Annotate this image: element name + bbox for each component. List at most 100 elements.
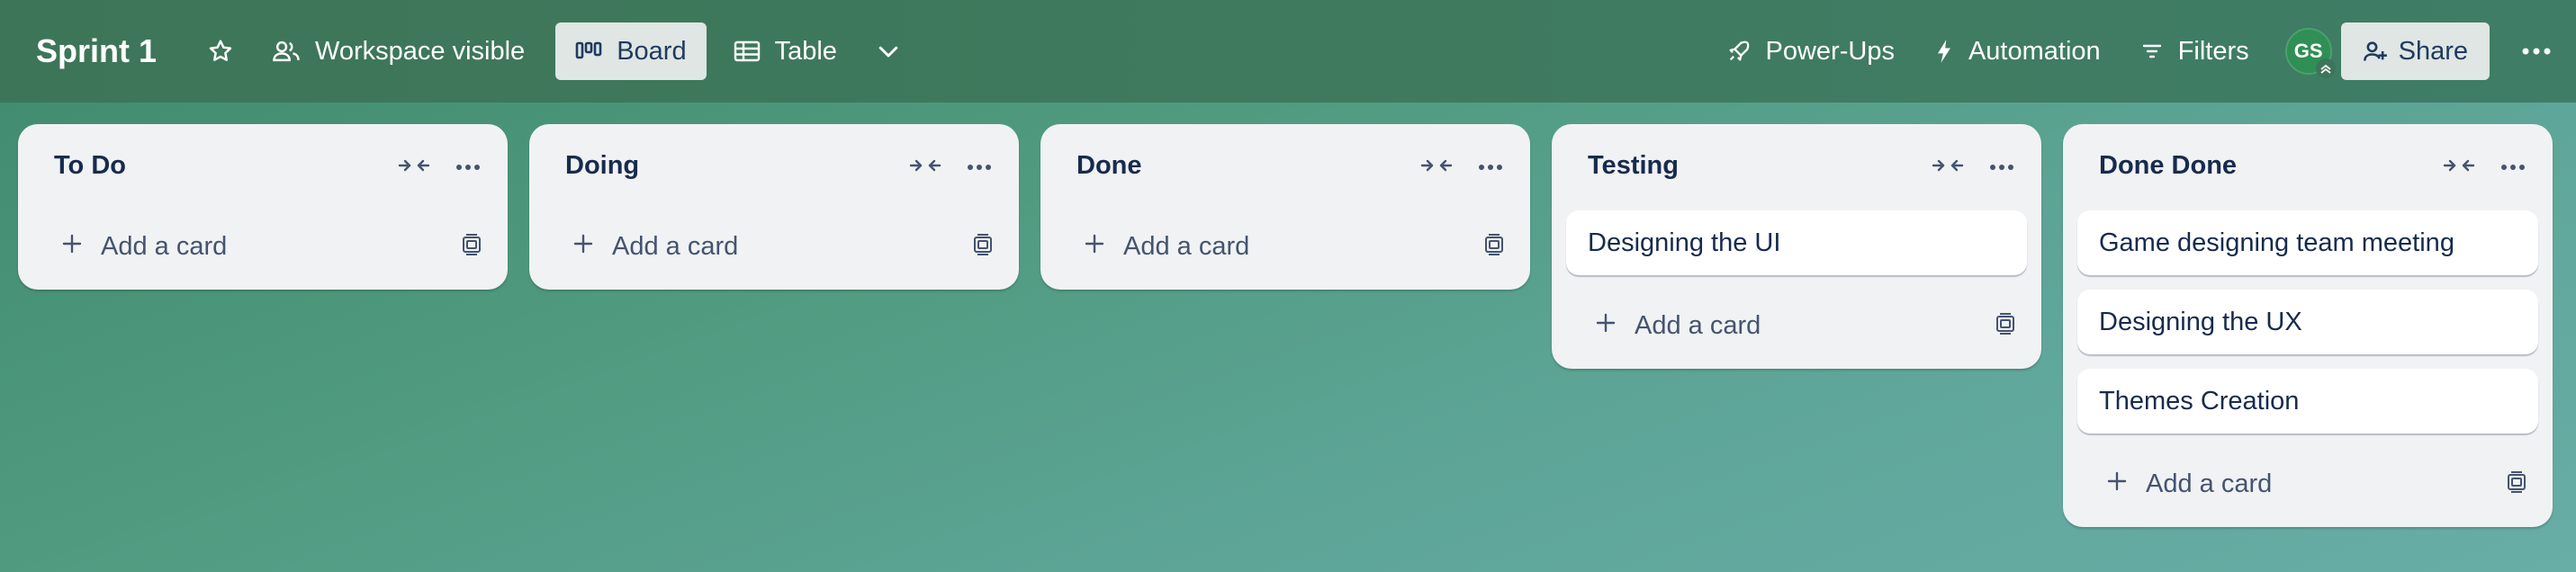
list-3[interactable]: Testing Designing the UI Add a card (1552, 124, 2041, 369)
list-title[interactable]: To Do (54, 151, 126, 181)
tab-table-label: Table (774, 36, 837, 66)
list-footer: Add a card (1040, 210, 1530, 290)
create-from-template-button[interactable] (1989, 309, 2022, 342)
list-2[interactable]: Done Add a card (1040, 124, 1530, 290)
plus-icon (2106, 469, 2146, 499)
plus-icon (61, 232, 101, 262)
list-title[interactable]: Done Done (2099, 151, 2237, 181)
views-dropdown-button[interactable] (857, 22, 920, 80)
template-icon (970, 232, 995, 262)
more-icon (1989, 159, 2014, 175)
create-from-template-button[interactable] (455, 230, 488, 263)
rocket-icon (1729, 40, 1749, 61)
list-title[interactable]: Doing (565, 151, 639, 181)
add-card-label: Add a card (2146, 469, 2273, 498)
more-icon (2500, 159, 2526, 175)
list-footer: Add a card (529, 210, 1019, 290)
list-title[interactable]: Testing (1588, 151, 1679, 181)
filter-icon (2142, 44, 2161, 58)
add-card-button[interactable]: Add a card (1566, 297, 1779, 354)
card[interactable]: Themes Creation (2077, 369, 2538, 433)
star-button[interactable] (189, 22, 252, 80)
list-actions-button[interactable] (1982, 153, 2022, 182)
more-icon (2522, 48, 2551, 55)
automation-button[interactable]: Automation (1914, 22, 2121, 80)
template-icon (2504, 469, 2529, 499)
header-right: Power-Ups Automation Filters GS Share (1707, 0, 2576, 103)
list-footer: Add a card (2063, 448, 2553, 527)
list-actions-button[interactable] (2493, 153, 2533, 182)
star-icon (209, 40, 232, 61)
card[interactable]: Designing the UX (2077, 290, 2538, 354)
tab-board[interactable]: Board (555, 22, 707, 80)
plus-icon (1595, 311, 1635, 341)
tab-board-label: Board (617, 36, 687, 66)
add-card-button[interactable]: Add a card (2077, 455, 2290, 513)
list-1[interactable]: Doing Add a card (529, 124, 1019, 290)
add-card-label: Add a card (612, 231, 739, 261)
board-title[interactable]: Sprint 1 (36, 32, 157, 70)
list-4[interactable]: Done Done Game designing team meeting Des… (2063, 124, 2553, 527)
filters-label: Filters (2177, 36, 2249, 66)
add-card-label: Add a card (1635, 310, 1761, 340)
add-card-label: Add a card (1123, 231, 1250, 261)
automation-label: Automation (1968, 36, 2101, 66)
list-header: To Do (18, 124, 508, 210)
add-card-button[interactable]: Add a card (544, 218, 756, 275)
card[interactable]: Game designing team meeting (2077, 210, 2538, 275)
powerups-button[interactable]: Power-Ups (1707, 22, 1914, 80)
more-icon (967, 159, 992, 175)
collapse-list-button[interactable] (1419, 153, 1455, 182)
add-card-button[interactable]: Add a card (32, 218, 245, 275)
more-icon (455, 159, 481, 175)
board-menu-button[interactable] (2511, 22, 2562, 80)
lightning-icon (1937, 40, 1950, 63)
collapse-icon (2443, 156, 2475, 179)
avatar[interactable]: GS (2284, 28, 2336, 78)
list-footer: Add a card (18, 210, 508, 290)
template-icon (459, 232, 484, 262)
list-title[interactable]: Done (1076, 151, 1142, 181)
template-icon (1482, 232, 1507, 262)
people-icon (273, 40, 300, 62)
create-from-template-button[interactable] (1478, 230, 1510, 263)
list-footer: Add a card (1552, 290, 2041, 369)
board-header: Sprint 1 Workspace visible Board Table P… (0, 0, 2576, 103)
collapse-list-button[interactable] (396, 153, 432, 182)
plus-icon (1084, 232, 1123, 262)
avatar-initials: GS (2293, 40, 2323, 62)
collapse-icon (398, 156, 430, 179)
list-actions-button[interactable] (959, 153, 999, 182)
header-left: Sprint 1 Workspace visible Board Table (36, 0, 920, 103)
list-actions-button[interactable] (448, 153, 488, 182)
list-actions-button[interactable] (1471, 153, 1510, 182)
card-list: Game designing team meeting Designing the… (2063, 210, 2553, 433)
share-button[interactable]: Share (2340, 22, 2490, 80)
collapse-list-button[interactable] (2441, 153, 2477, 182)
list-header: Done (1040, 124, 1530, 210)
collapse-list-button[interactable] (1930, 153, 1966, 182)
template-icon (1993, 311, 2018, 341)
table-icon (734, 40, 760, 62)
visibility-button[interactable]: Workspace visible (252, 22, 545, 80)
admin-badge-icon (2315, 58, 2336, 78)
list-header: Done Done (2063, 124, 2553, 210)
card[interactable]: Designing the UI (1566, 210, 2027, 275)
collapse-list-button[interactable] (907, 153, 943, 182)
add-card-label: Add a card (101, 231, 228, 261)
chevron-down-icon (878, 46, 898, 58)
create-from-template-button[interactable] (967, 230, 999, 263)
share-label: Share (2398, 36, 2468, 66)
tab-table[interactable]: Table (714, 22, 857, 80)
visibility-label: Workspace visible (315, 36, 526, 66)
collapse-icon (1420, 156, 1453, 179)
add-card-button[interactable]: Add a card (1055, 218, 1267, 275)
create-from-template-button[interactable] (2500, 468, 2533, 500)
list-0[interactable]: To Do Add a card (18, 124, 508, 290)
card-list: Designing the UI (1552, 210, 2041, 275)
add-user-icon (2363, 41, 2387, 61)
collapse-icon (909, 156, 941, 179)
powerups-label: Power-Ups (1765, 36, 1895, 66)
list-header: Doing (529, 124, 1019, 210)
filters-button[interactable]: Filters (2121, 22, 2269, 80)
